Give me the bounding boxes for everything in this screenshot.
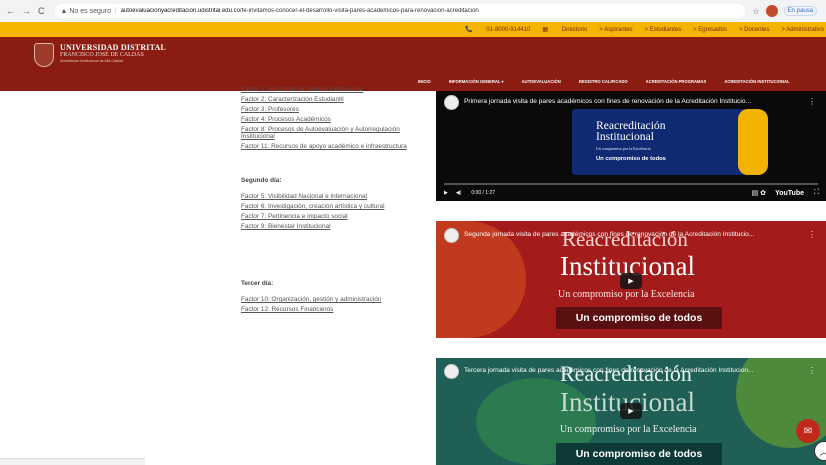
video-1-brand-2: Institucional xyxy=(596,130,654,143)
factor-link[interactable]: Factor 10: Organización, gestión y admin… xyxy=(241,296,416,303)
play-button[interactable]: ▶ xyxy=(620,403,642,419)
menu-inicio[interactable]: INICIO xyxy=(418,79,431,84)
factor-link[interactable]: Factor 4: Procesos Académicos xyxy=(241,116,416,123)
egresados-link[interactable]: > Egresados xyxy=(693,27,727,33)
phone-number: 01-8000-914410 xyxy=(486,27,531,33)
more-icon[interactable]: ⋮ xyxy=(808,230,816,239)
pause-badge[interactable]: En pausa xyxy=(783,6,818,16)
video-1-brand: Reacreditación Institucional xyxy=(596,120,666,143)
video-player-1[interactable]: Reacreditación Institucional Un compromis… xyxy=(436,91,826,201)
url-path: /te-invitamos-conocer-el-desarrollo-visi… xyxy=(240,8,479,14)
video-3-brand-1: Reacreditación xyxy=(560,361,692,386)
logo-title-1: UNIVERSIDAD DISTRITAL xyxy=(60,43,167,52)
video-controls: ▶ ◀) 0:00 / 1:27 ▤ ✿ YouTube ⛶ xyxy=(436,185,826,201)
menu-autoevaluacion[interactable]: AUTOEVALUACIÓN xyxy=(522,79,561,84)
mail-icon[interactable]: ✉ xyxy=(796,419,820,443)
logo-title-2: FRANCISCO JOSÉ DE CALDAS xyxy=(60,52,144,58)
status-bar xyxy=(0,458,145,465)
video-2-strip: Un compromiso de todos xyxy=(556,307,722,329)
video-3-title[interactable]: Tercera jornada visita de pares académic… xyxy=(464,367,754,374)
video-time: 0:00 / 1:27 xyxy=(471,190,496,196)
video-2-title[interactable]: Segunda jornada visita de pares académic… xyxy=(464,231,754,238)
factor-link[interactable]: Factor 11: Recursos de apoyo académico e… xyxy=(241,143,416,150)
menu-registro-calificado[interactable]: REGISTRO CALIFICADO xyxy=(579,79,628,84)
factor-link[interactable]: Factor 9: Bienestar Institucional xyxy=(241,223,416,230)
menu-acreditacion-programas[interactable]: ACREDITACIÓN PROGRAMAS xyxy=(646,79,707,84)
back-icon[interactable]: ← xyxy=(6,6,15,16)
factor-link[interactable]: Factor 6: Investigación, creación artíst… xyxy=(241,203,416,210)
volume-icon[interactable]: ◀) xyxy=(456,190,462,196)
browser-toolbar: ← → C ▲ No es seguro | autoevaluacionyac… xyxy=(0,0,826,22)
utility-bar: 📞 01-8000-914410 ▦ Directorio > Aspirant… xyxy=(0,22,826,37)
aspirantes-link[interactable]: > Aspirantes xyxy=(599,27,632,33)
main-menu: INICIO INFORMACIÓN GENERAL ▾ AUTOEVALUAC… xyxy=(418,79,808,84)
factor-link[interactable]: Factor 2: Caracterización Estudiantil xyxy=(241,96,416,103)
address-separator: | xyxy=(115,8,117,14)
directory-link[interactable]: ▦ Directorio xyxy=(542,26,587,33)
address-bar[interactable]: ▲ No es seguro | autoevaluacionyacredita… xyxy=(54,4,745,18)
day-3-title: Tercer día: xyxy=(241,280,274,288)
video-1-tagline: Un compromiso por la Excelencia xyxy=(596,146,651,151)
logo-title-3: Acreditación Institucional de Alta Calid… xyxy=(60,59,124,63)
video-3-strip: Un compromiso de todos xyxy=(556,443,722,465)
menu-acreditacion-institucional[interactable]: ACREDITACIÓN INSTITUCIONAL xyxy=(724,79,789,84)
forward-icon[interactable]: → xyxy=(22,6,31,16)
channel-avatar[interactable] xyxy=(444,228,459,243)
video-player-2[interactable]: Reacreditación Institucional Un compromi… xyxy=(436,221,826,338)
channel-avatar[interactable] xyxy=(444,95,459,110)
channel-avatar[interactable] xyxy=(444,364,459,379)
video-3-tagline: Un compromiso por la Excelencia xyxy=(560,424,697,435)
profile-avatar[interactable] xyxy=(765,5,778,17)
not-secure-label[interactable]: ▲ No es seguro xyxy=(61,8,112,15)
browser-right: ☆ En pausa xyxy=(753,5,818,17)
factor-link[interactable]: Factor 12: Recursos Financieros xyxy=(241,306,416,313)
video-1-tagline-b: Un compromiso de todos xyxy=(596,156,666,162)
captions-icon[interactable]: ▤ ✿ xyxy=(752,189,766,197)
fullscreen-icon[interactable]: ⛶ xyxy=(814,189,819,197)
factor-link[interactable]: Factor 3: Profesores xyxy=(241,106,416,113)
logo-text: UNIVERSIDAD DISTRITAL FRANCISCO JOSÉ DE … xyxy=(60,43,166,63)
url-text[interactable]: autoevaluacionyacreditacion.udistrital.e… xyxy=(121,8,479,14)
video-player-3[interactable]: Reacreditación Institucional Un compromi… xyxy=(436,358,826,465)
video-2-tagline: Un compromiso por la Excelencia xyxy=(558,289,695,300)
factor-link[interactable]: Factor 5: Visibilidad Nacional e Interna… xyxy=(241,193,416,200)
docentes-link[interactable]: > Docentes xyxy=(739,27,770,33)
administrativo-link[interactable]: > Administrativo xyxy=(781,27,824,33)
estudiantes-link[interactable]: > Estudiantes xyxy=(645,27,682,33)
day-2-title: Segundo día: xyxy=(241,177,282,185)
video-1-accent xyxy=(738,109,768,175)
youtube-logo[interactable]: YouTube xyxy=(775,190,804,197)
site-header: UNIVERSIDAD DISTRITAL FRANCISCO JOSÉ DE … xyxy=(0,37,826,91)
factor-link[interactable]: Factor 1: Horizonte de Sentido Instituci… xyxy=(241,86,416,93)
more-icon[interactable]: ⋮ xyxy=(808,97,816,106)
factor-link[interactable]: Factor 7: Pertinencia e impacto social xyxy=(241,213,416,220)
star-icon[interactable]: ☆ xyxy=(753,7,760,16)
factor-list: Factor 1: Horizonte de Sentido Instituci… xyxy=(241,86,416,316)
phone-link[interactable]: 📞 01-8000-914410 xyxy=(465,26,530,33)
video-1-title[interactable]: Primera jornada visita de pares académic… xyxy=(464,98,751,105)
factor-link[interactable]: Factor 8: Procesos de Autoevaluación y A… xyxy=(241,126,416,140)
more-icon[interactable]: ⋮ xyxy=(808,366,816,375)
crest-icon xyxy=(34,43,54,67)
play-button[interactable]: ▶ xyxy=(620,273,642,289)
play-icon[interactable]: ▶ xyxy=(444,190,448,196)
directory-label: Directorio xyxy=(561,27,588,33)
browser-nav: ← → C xyxy=(6,6,45,16)
menu-informacion-general[interactable]: INFORMACIÓN GENERAL ▾ xyxy=(449,79,504,84)
site-logo[interactable]: UNIVERSIDAD DISTRITAL FRANCISCO JOSÉ DE … xyxy=(34,43,166,67)
url-domain: autoevaluacionyacreditacion.udistrital.e… xyxy=(120,8,240,14)
reload-icon[interactable]: C xyxy=(38,6,45,16)
